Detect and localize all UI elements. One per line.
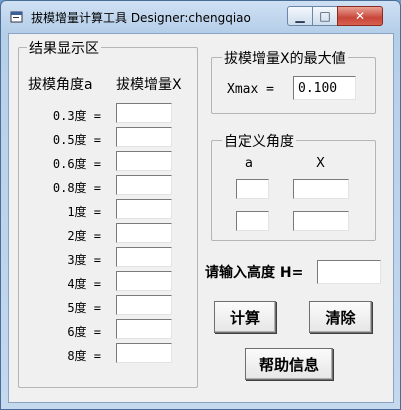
- client-area: 结果显示区 拔模角度a 拔模增量X 0.3度 = 0.5度 = 0.6度 = 0.8度…: [8, 33, 394, 403]
- result-value-field[interactable]: [116, 295, 172, 315]
- result-angle-label: 8度 =: [67, 349, 101, 363]
- custom-a-input-2[interactable]: [236, 211, 269, 231]
- result-angle-label: 0.8度 =: [52, 181, 101, 195]
- xmax-input[interactable]: [293, 76, 356, 100]
- window-title: 拔模增量计算工具 Designer:chengqiao: [31, 11, 251, 25]
- result-value-field[interactable]: [116, 319, 172, 339]
- result-value-field[interactable]: [116, 223, 172, 243]
- result-angle-label: 0.5度 =: [52, 133, 101, 147]
- custom-angle-group-title: 自定义角度: [222, 131, 296, 151]
- app-icon: [10, 11, 23, 23]
- result-value-field[interactable]: [116, 151, 172, 171]
- custom-a-input-1[interactable]: [236, 179, 269, 199]
- result-value-field[interactable]: [116, 103, 172, 123]
- close-icon: ✕: [354, 9, 366, 23]
- angle-column-header: 拔模角度a: [28, 77, 93, 93]
- result-angle-label: 5度 =: [67, 301, 101, 315]
- height-input[interactable]: [317, 260, 381, 284]
- result-value-field[interactable]: [116, 199, 172, 219]
- custom-a-header: a: [245, 156, 253, 171]
- app-window: 拔模增量计算工具 Designer:chengqiao ▁ □ ✕ 结果显示区 …: [0, 0, 401, 410]
- result-angle-label: 6度 =: [67, 325, 101, 339]
- result-value-field[interactable]: [116, 247, 172, 267]
- result-value-field[interactable]: [116, 271, 172, 291]
- title-bar[interactable]: 拔模增量计算工具 Designer:chengqiao ▁ □ ✕: [1, 1, 400, 33]
- result-value-field[interactable]: [116, 127, 172, 147]
- xmax-group-title: 拔模增量X的最大値: [222, 48, 348, 68]
- result-angle-label: 3度 =: [67, 253, 101, 267]
- calculate-button[interactable]: 计算: [214, 301, 276, 333]
- result-value-field[interactable]: [116, 343, 172, 363]
- result-angle-label: 2度 =: [67, 229, 101, 243]
- xmax-label: Xmax =: [227, 82, 274, 97]
- help-button[interactable]: 帮助信息: [245, 348, 333, 380]
- minimize-button[interactable]: ▁: [287, 6, 313, 26]
- custom-x-input-1[interactable]: [293, 179, 349, 199]
- minimize-icon: ▁: [295, 9, 305, 23]
- result-angle-label: 4度 =: [67, 277, 101, 291]
- close-button[interactable]: ✕: [337, 6, 383, 26]
- result-angle-label: 1度 =: [67, 205, 101, 219]
- increment-column-header: 拔模增量X: [116, 77, 182, 93]
- results-group-title: 结果显示区: [27, 38, 101, 58]
- custom-x-header: X: [316, 156, 325, 171]
- maximize-icon: □: [319, 9, 331, 23]
- maximize-button[interactable]: □: [312, 6, 338, 26]
- height-label: 请输入高度 H=: [205, 265, 304, 281]
- clear-button[interactable]: 清除: [309, 301, 372, 333]
- result-angle-label: 0.6度 =: [52, 157, 101, 171]
- result-angle-label: 0.3度 =: [52, 109, 101, 123]
- result-value-field[interactable]: [116, 175, 172, 195]
- custom-x-input-2[interactable]: [293, 211, 349, 231]
